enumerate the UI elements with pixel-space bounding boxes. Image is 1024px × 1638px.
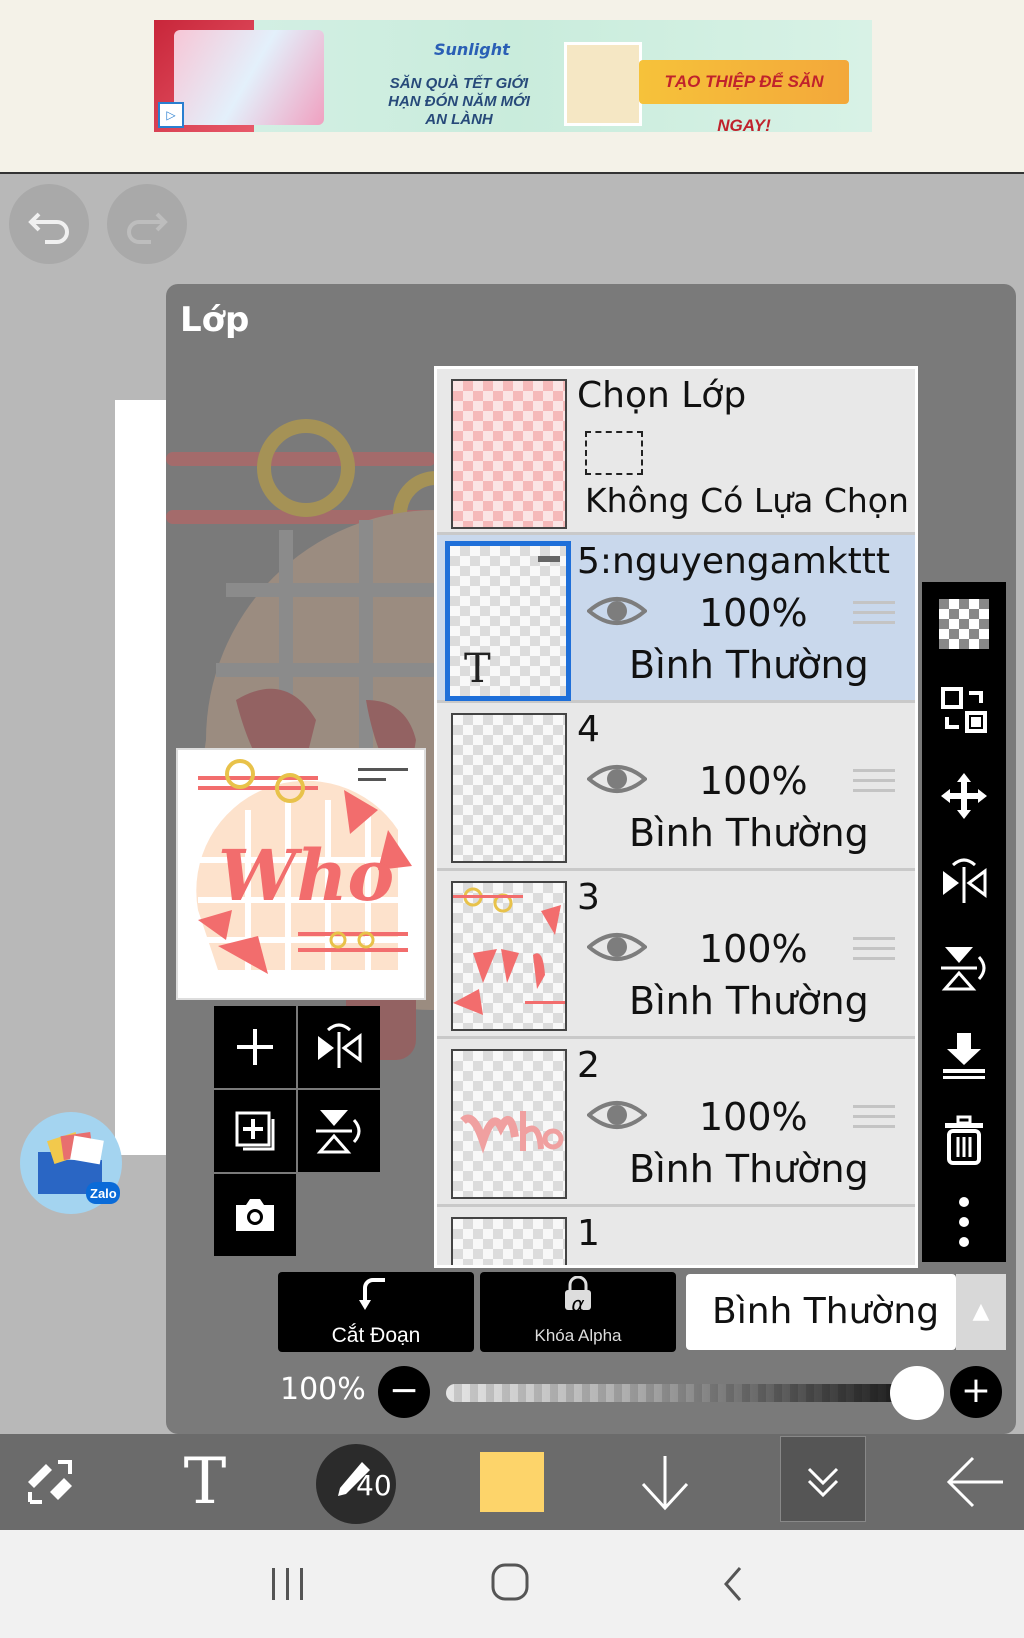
ad-brand-logo: Sunlight	[434, 40, 510, 59]
layer-thumbnail-1	[451, 1217, 567, 1265]
text-tool-icon[interactable]: T	[160, 1434, 250, 1530]
blend-mode-dropdown-icon[interactable]: ▲	[956, 1274, 1006, 1350]
system-back-icon[interactable]	[718, 1564, 748, 1604]
selection-status: Không Có Lựa Chọn	[585, 481, 909, 520]
layer-thumbnail-2	[451, 1049, 567, 1199]
ad-bar: Sunlight SĂN QUÀ TẾT GIỚI HẠN ĐÓN NĂM MỚ…	[0, 0, 1024, 174]
undo-icon	[28, 212, 69, 244]
layer-name: 5:nguyengamkttt	[577, 541, 890, 582]
drag-handle-icon[interactable]	[853, 601, 895, 633]
marquee-icon	[585, 431, 643, 475]
undo-button[interactable]	[9, 184, 89, 264]
opacity-decrease-button[interactable]: −	[378, 1366, 430, 1418]
eye-icon[interactable]	[587, 929, 647, 965]
thumb-text-mark	[538, 556, 560, 562]
drag-handle-icon[interactable]	[853, 937, 895, 969]
layer-row-4[interactable]: 4 100% Bình Thường	[437, 703, 915, 871]
trash-icon[interactable]	[932, 1108, 996, 1172]
layer-opacity: 100%	[699, 1095, 808, 1139]
layer-blend-mode: Bình Thường	[629, 1147, 869, 1191]
lock-icon: α	[480, 1272, 676, 1321]
clipping-button[interactable]: Cắt Đoạn	[278, 1272, 474, 1352]
layer-row-2[interactable]: 2 100% Bình Thường	[437, 1039, 915, 1207]
redo-button[interactable]	[107, 184, 187, 264]
brush-size-value: 40	[356, 1469, 392, 1502]
text-layer-icon: T	[464, 646, 491, 692]
layer-thumbnail-4	[451, 713, 567, 863]
flip-horizontal-icon[interactable]	[932, 850, 996, 914]
drag-handle-icon[interactable]	[853, 1105, 895, 1137]
more-options-icon[interactable]	[932, 1194, 996, 1258]
drag-handle-icon[interactable]	[853, 769, 895, 801]
swap-layers-icon[interactable]	[932, 678, 996, 742]
layer-blend-mode: Bình Thường	[629, 643, 869, 687]
layer-thumbnail-5: T	[445, 541, 571, 701]
eye-icon[interactable]	[587, 1097, 647, 1133]
flip-vertical-icon[interactable]	[932, 936, 996, 1000]
brush-size-button[interactable]: 40	[316, 1444, 396, 1524]
clipping-label: Cắt Đoạn	[331, 1324, 421, 1347]
flip-layer-horizontal-icon[interactable]	[298, 1006, 380, 1088]
layer-name: 3	[577, 877, 600, 918]
merge-down-icon[interactable]	[932, 1022, 996, 1086]
selection-thumbnail	[451, 379, 567, 529]
layer-thumbnail-3	[451, 881, 567, 1031]
transparency-icon[interactable]	[932, 592, 996, 656]
zalo-bubble-icon[interactable]: Zalo	[20, 1112, 122, 1214]
copy-layer-icon[interactable]	[214, 1090, 296, 1172]
layer-toolbar	[922, 582, 1006, 1262]
layer-row-3[interactable]: 3 100% Bình Thường	[437, 871, 915, 1039]
opacity-label: 100%	[280, 1372, 366, 1407]
alpha-lock-button[interactable]: α Khóa Alpha	[480, 1272, 676, 1352]
layer-row-1[interactable]: 1	[437, 1207, 915, 1265]
selection-title: Chọn Lớp	[577, 375, 747, 416]
layer-add-tools	[214, 1006, 384, 1262]
bottom-toolbar: T 40	[0, 1434, 1024, 1530]
canvas-preview[interactable]: Who	[176, 748, 426, 1000]
opacity-increase-button[interactable]: +	[950, 1366, 1002, 1418]
preview-artwork-text: Who	[218, 834, 394, 917]
layer-row-5[interactable]: T 5:nguyengamkttt 100% Bình Thường	[437, 535, 915, 703]
layer-blend-mode: Bình Thường	[629, 979, 869, 1023]
flip-layer-vertical-icon[interactable]	[298, 1090, 380, 1172]
camera-icon[interactable]	[214, 1174, 296, 1256]
transform-tool-icon[interactable]	[10, 1434, 90, 1530]
recent-apps-icon[interactable]	[268, 1566, 308, 1602]
move-icon[interactable]	[932, 764, 996, 828]
ad-banner[interactable]: Sunlight SĂN QUÀ TẾT GIỚI HẠN ĐÓN NĂM MỚ…	[154, 20, 872, 132]
system-nav-bar	[0, 1530, 1024, 1638]
ad-card-image	[564, 42, 642, 126]
layer-name: 2	[577, 1045, 600, 1086]
ad-cta-button[interactable]: TẠO THIỆP ĐỂ SĂN NGAY!	[639, 60, 849, 132]
clipping-icon	[278, 1272, 474, 1321]
layer-list[interactable]: Chọn Lớp Không Có Lựa Chọn T 5:nguyengam…	[434, 366, 918, 1268]
home-icon[interactable]	[490, 1562, 530, 1602]
layer-opacity: 100%	[699, 759, 808, 803]
layer-blend-mode: Bình Thường	[629, 811, 869, 855]
layer-opacity: 100%	[699, 591, 808, 635]
opacity-slider-knob[interactable]	[890, 1366, 944, 1420]
back-arrow-icon[interactable]	[940, 1434, 1010, 1530]
panel-title: Lớp	[180, 300, 250, 340]
svg-text:Zalo: Zalo	[90, 1186, 117, 1201]
arrow-down-icon[interactable]	[630, 1434, 700, 1530]
layer-opacity: 100%	[699, 927, 808, 971]
alpha-symbol: α	[571, 1292, 585, 1316]
opacity-slider[interactable]	[446, 1384, 916, 1402]
collapse-panel-icon[interactable]	[780, 1436, 866, 1522]
layer-name: 1	[577, 1213, 600, 1254]
eye-icon[interactable]	[587, 593, 647, 629]
ad-product-image	[174, 30, 324, 125]
ad-tagline: SĂN QUÀ TẾT GIỚI HẠN ĐÓN NĂM MỚI AN LÀNH	[388, 75, 530, 128]
eye-icon[interactable]	[587, 761, 647, 797]
alpha-lock-label: Khóa Alpha	[534, 1326, 622, 1345]
selection-layer-row[interactable]: Chọn Lớp Không Có Lựa Chọn	[437, 369, 915, 535]
redo-icon	[127, 212, 168, 244]
ad-play-icon[interactable]: ▷	[158, 102, 184, 128]
blend-mode-select[interactable]: Bình Thường	[686, 1274, 956, 1350]
color-swatch[interactable]	[480, 1452, 544, 1512]
layer-name: 4	[577, 709, 600, 750]
add-layer-icon[interactable]	[214, 1006, 296, 1088]
